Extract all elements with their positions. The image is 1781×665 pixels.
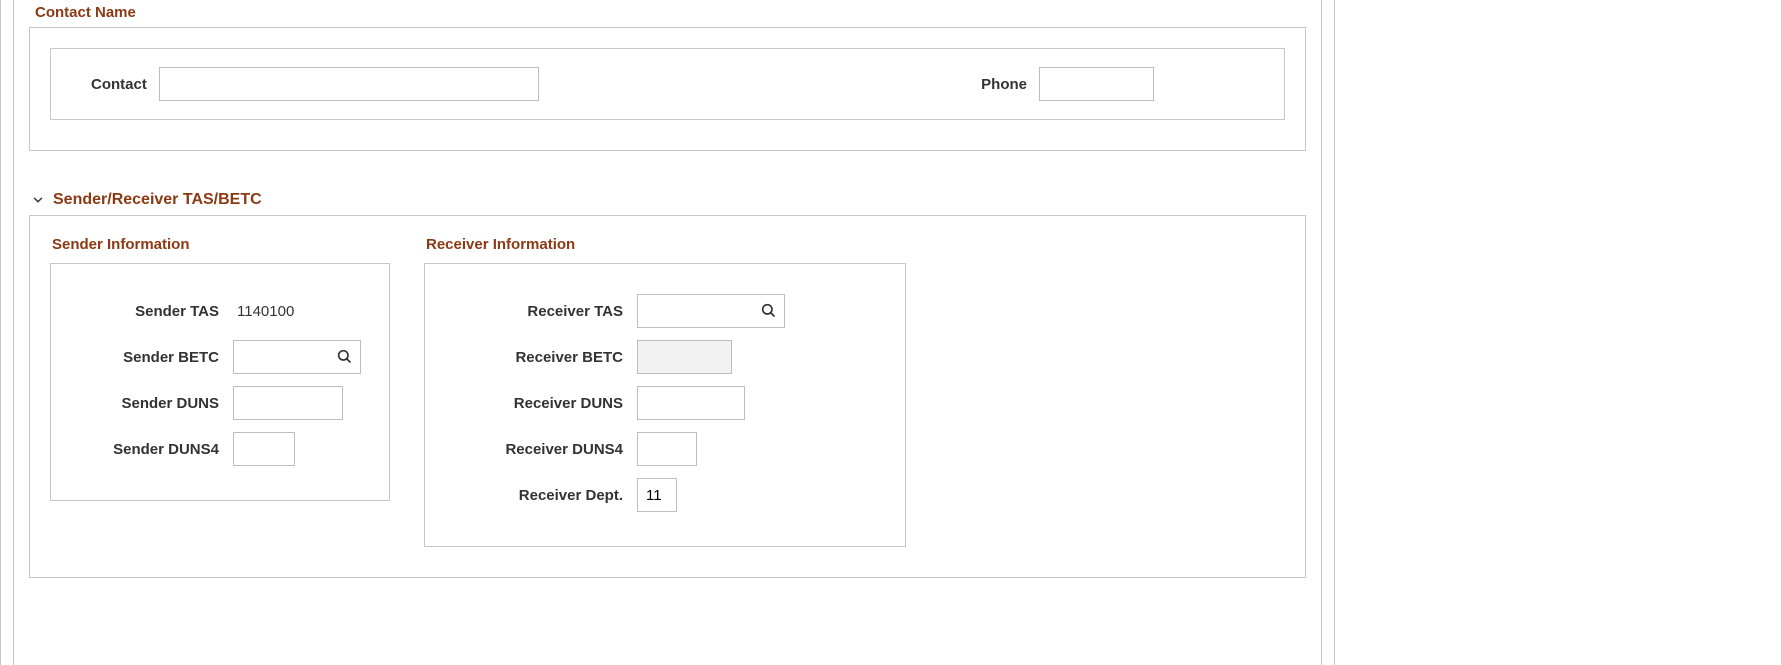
search-icon (760, 302, 776, 321)
sender-tas-value: 1140100 (233, 303, 294, 320)
phone-label: Phone (981, 76, 1027, 93)
receiver-box: Receiver TAS Receive (424, 263, 906, 547)
chevron-down-icon (29, 191, 47, 209)
search-icon (336, 348, 352, 367)
tasbetc-toggle[interactable]: Sender/Receiver TAS/BETC (29, 191, 1306, 209)
sender-betc-label: Sender BETC (79, 349, 219, 366)
sender-duns-label: Sender DUNS (79, 395, 219, 412)
sender-betc-lookup-button[interactable] (333, 346, 355, 368)
receiver-duns4-input[interactable] (637, 432, 697, 466)
sender-duns-input[interactable] (233, 386, 343, 420)
contact-row: Contact Phone (50, 48, 1285, 120)
receiver-duns-label: Receiver DUNS (453, 395, 623, 412)
contact-name-panel: Contact Phone (29, 27, 1306, 151)
receiver-tas-label: Receiver TAS (453, 303, 623, 320)
contact-label: Contact (91, 76, 147, 93)
tasbetc-title: Sender/Receiver TAS/BETC (53, 191, 262, 209)
phone-input[interactable] (1039, 67, 1154, 101)
receiver-tas-lookup-button[interactable] (757, 300, 779, 322)
tasbetc-panel: Sender Information Sender TAS 1140100 Se… (29, 215, 1306, 578)
receiver-dept-input[interactable] (637, 478, 677, 512)
sender-tas-label: Sender TAS (79, 303, 219, 320)
receiver-betc-label: Receiver BETC (453, 349, 623, 366)
sender-box: Sender TAS 1140100 Sender BETC (50, 263, 390, 501)
receiver-column: Receiver Information Receiver TAS (424, 236, 906, 547)
receiver-dept-label: Receiver Dept. (453, 487, 623, 504)
receiver-duns-input[interactable] (637, 386, 745, 420)
sender-duns4-input[interactable] (233, 432, 295, 466)
receiver-info-title: Receiver Information (426, 236, 906, 253)
contact-name-title: Contact Name (35, 4, 1306, 21)
receiver-betc-input (637, 340, 732, 374)
sender-duns4-label: Sender DUNS4 (79, 441, 219, 458)
contact-input[interactable] (159, 67, 539, 101)
receiver-duns4-label: Receiver DUNS4 (453, 441, 623, 458)
sender-column: Sender Information Sender TAS 1140100 Se… (50, 236, 390, 501)
sender-info-title: Sender Information (52, 236, 390, 253)
